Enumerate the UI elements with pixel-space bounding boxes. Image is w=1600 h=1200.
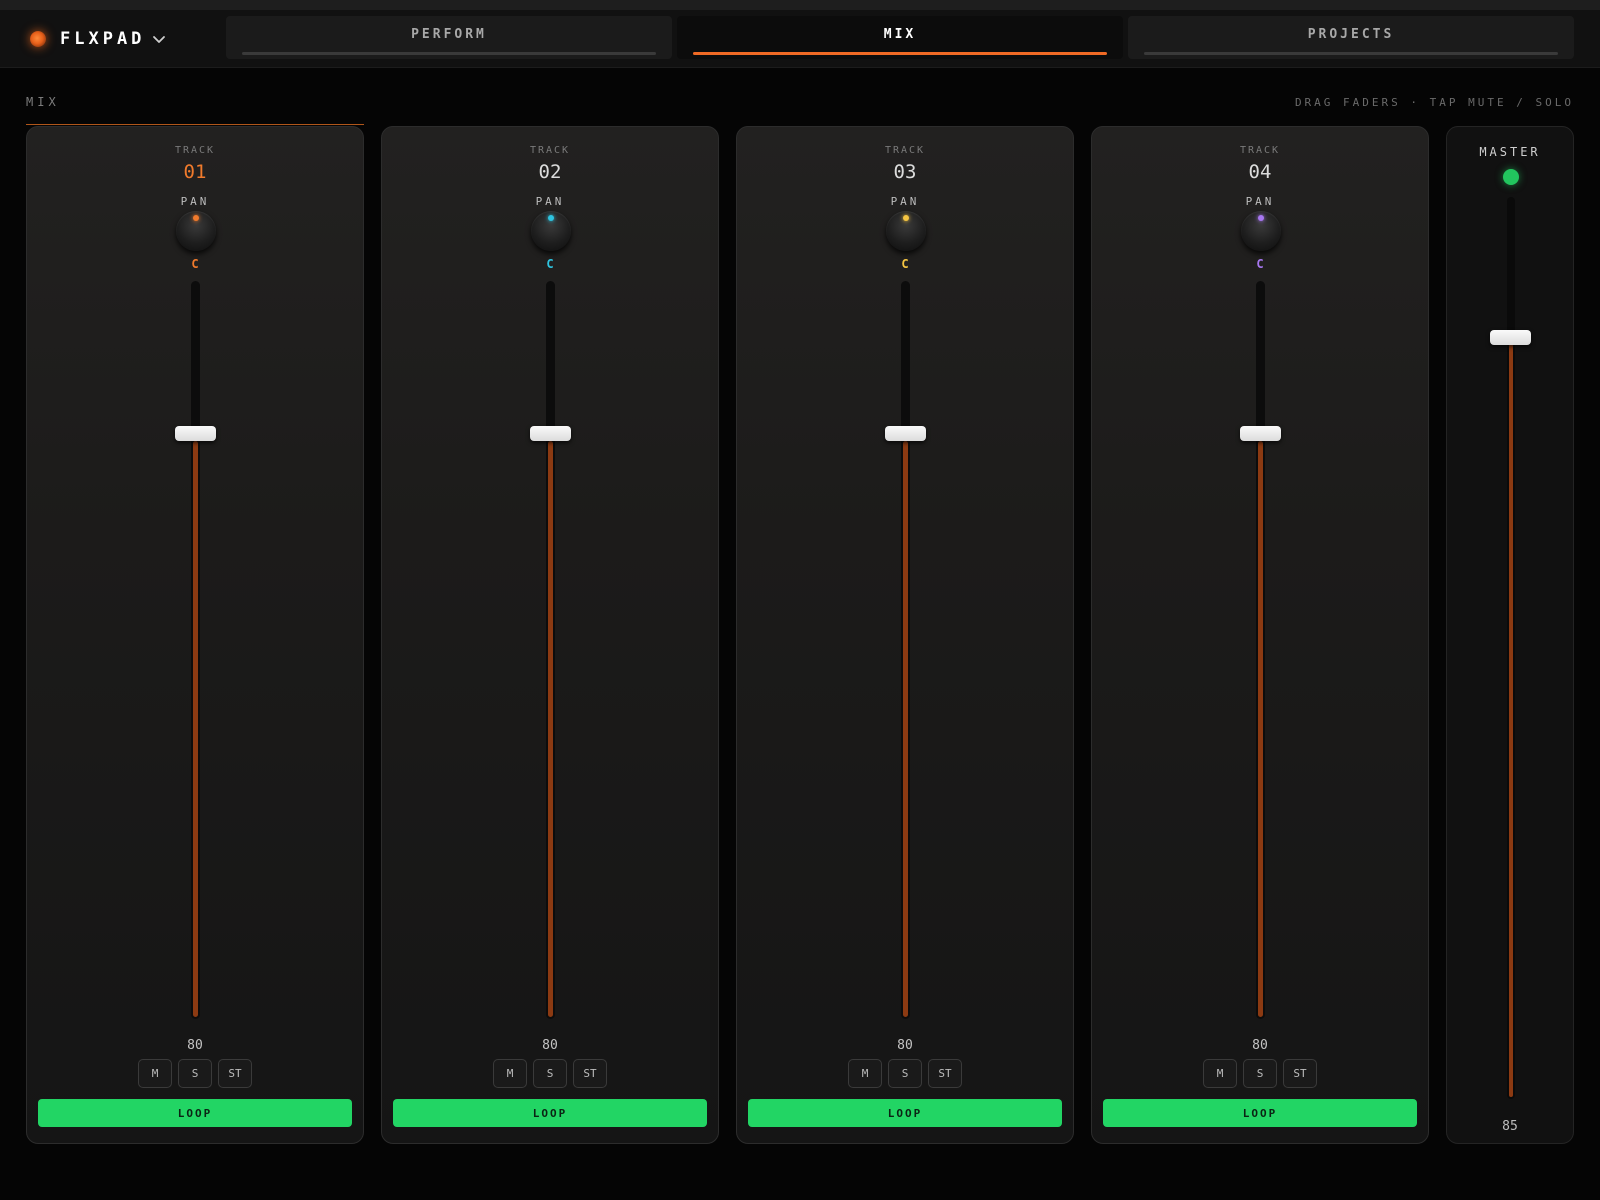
solo-button[interactable]: S <box>533 1059 567 1088</box>
track-number[interactable]: 01 <box>27 161 363 183</box>
volume-fader-handle[interactable] <box>175 426 216 441</box>
volume-fader-handle[interactable] <box>530 426 571 441</box>
section-underline <box>26 124 364 125</box>
brand-led-icon <box>30 31 46 47</box>
pan-label: PAN <box>1245 195 1275 208</box>
window-top-strip <box>0 0 1600 10</box>
channel-strip-01: TRACK 01 PAN C 80 M S ST LOOP <box>26 126 364 1144</box>
track-number[interactable]: 04 <box>1092 161 1428 183</box>
chevron-down-icon[interactable] <box>151 31 167 47</box>
volume-value: 80 <box>187 1038 203 1053</box>
volume-fader-handle[interactable] <box>1240 426 1281 441</box>
channel-strip-02: TRACK 02 PAN C 80 M S ST LOOP <box>381 126 719 1144</box>
track-button-row: M S ST <box>1092 1059 1428 1088</box>
pan-indicator-icon <box>548 215 554 221</box>
track-label: TRACK <box>1239 145 1281 156</box>
solo-button[interactable]: S <box>888 1059 922 1088</box>
tab-perform-label: PERFORM <box>411 27 487 42</box>
master-fader-level <box>1509 344 1513 1097</box>
volume-fader-handle[interactable] <box>885 426 926 441</box>
pan-knob[interactable] <box>531 211 571 251</box>
volume-fader-level <box>1258 441 1263 1017</box>
instructions-hint: DRAG FADERS · TAP MUTE / SOLO <box>1294 96 1574 109</box>
pan-knob[interactable] <box>886 211 926 251</box>
brand-menu[interactable]: FLXPAD <box>30 27 167 51</box>
pan-label: PAN <box>890 195 920 208</box>
master-volume-value: 85 <box>1502 1119 1518 1134</box>
track-button-row: M S ST <box>382 1059 718 1088</box>
stereo-button[interactable]: ST <box>218 1059 252 1088</box>
track-number[interactable]: 02 <box>382 161 718 183</box>
tab-projects-label: PROJECTS <box>1307 27 1395 42</box>
tab-projects-indicator <box>1144 52 1558 55</box>
volume-fader-track[interactable] <box>546 281 555 1019</box>
mute-button[interactable]: M <box>493 1059 527 1088</box>
tab-mix[interactable]: MIX <box>677 16 1123 59</box>
pan-indicator-icon <box>1258 215 1264 221</box>
top-nav-bar: FLXPAD PERFORM MIX PROJECTS <box>0 10 1600 68</box>
pan-indicator-icon <box>193 215 199 221</box>
pan-label: PAN <box>535 195 565 208</box>
mute-button[interactable]: M <box>138 1059 172 1088</box>
tab-projects[interactable]: PROJECTS <box>1128 16 1574 59</box>
pan-value: C <box>1256 257 1264 271</box>
pan-value: C <box>901 257 909 271</box>
pan-knob[interactable] <box>176 211 216 251</box>
master-fader-handle[interactable] <box>1490 330 1531 345</box>
volume-fader-level <box>903 441 908 1017</box>
volume-value: 80 <box>1252 1038 1268 1053</box>
master-strip: MASTER 85 <box>1446 126 1574 1144</box>
volume-value: 80 <box>897 1038 913 1053</box>
volume-fader-level <box>193 441 198 1017</box>
pan-value: C <box>546 257 554 271</box>
volume-fader-track[interactable] <box>1256 281 1265 1019</box>
solo-button[interactable]: S <box>1243 1059 1277 1088</box>
loop-button[interactable]: LOOP <box>38 1099 352 1127</box>
section-title: MIX <box>26 95 60 109</box>
solo-button[interactable]: S <box>178 1059 212 1088</box>
volume-value: 80 <box>542 1038 558 1053</box>
track-button-row: M S ST <box>737 1059 1073 1088</box>
tab-perform[interactable]: PERFORM <box>226 16 672 59</box>
mute-button[interactable]: M <box>1203 1059 1237 1088</box>
track-label: TRACK <box>529 145 571 156</box>
track-number[interactable]: 03 <box>737 161 1073 183</box>
pan-knob[interactable] <box>1241 211 1281 251</box>
volume-fader-track[interactable] <box>191 281 200 1019</box>
master-status-led-icon <box>1503 169 1519 185</box>
channel-strip-04: TRACK 04 PAN C 80 M S ST LOOP <box>1091 126 1429 1144</box>
tab-mix-indicator <box>693 52 1107 55</box>
channel-strip-03: TRACK 03 PAN C 80 M S ST LOOP <box>736 126 1074 1144</box>
app-title: FLXPAD <box>60 29 146 49</box>
master-label: MASTER <box>1479 145 1541 159</box>
loop-button[interactable]: LOOP <box>1103 1099 1417 1127</box>
stereo-button[interactable]: ST <box>1283 1059 1317 1088</box>
pan-indicator-icon <box>903 215 909 221</box>
track-label: TRACK <box>174 145 216 156</box>
pan-label: PAN <box>180 195 210 208</box>
tab-perform-indicator <box>242 52 656 55</box>
loop-button[interactable]: LOOP <box>393 1099 707 1127</box>
stereo-button[interactable]: ST <box>928 1059 962 1088</box>
volume-fader-level <box>548 441 553 1017</box>
track-button-row: M S ST <box>27 1059 363 1088</box>
stereo-button[interactable]: ST <box>573 1059 607 1088</box>
mute-button[interactable]: M <box>848 1059 882 1088</box>
loop-button[interactable]: LOOP <box>748 1099 1062 1127</box>
track-label: TRACK <box>884 145 926 156</box>
pan-value: C <box>191 257 199 271</box>
tab-mix-label: MIX <box>883 27 917 42</box>
volume-fader-track[interactable] <box>901 281 910 1019</box>
